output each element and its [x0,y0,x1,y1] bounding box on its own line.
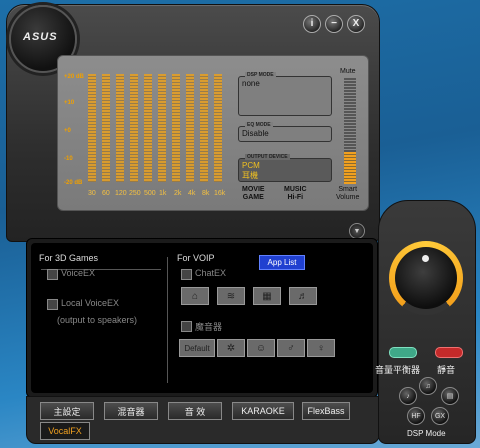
tab-effects[interactable]: 音 效 [168,402,222,420]
voice-fx-male-icon[interactable]: ♂ [277,339,305,357]
music-hifi-mode[interactable]: MUSIC Hi-Fi [284,186,307,202]
eq-slider[interactable] [214,74,222,182]
eq-slider[interactable] [144,74,152,182]
dsp-mode-panel[interactable]: DSP MODE none [238,72,332,116]
volume-control-panel: 音量平衡器 靜音 ♪ ♫ ▤ HF GX DSP Mode [375,200,476,444]
db-label: -10 [64,156,73,162]
chat-fx-4-icon[interactable]: ♬ [289,287,317,305]
eq-slider[interactable] [186,74,194,182]
voiceex-label: VoiceEX [61,268,96,278]
eq-slider[interactable] [172,74,180,182]
app-list-button[interactable]: App List [259,255,305,270]
db-label: -20 dB [64,180,83,186]
voice-fx-female-icon[interactable]: ♀ [307,339,335,357]
tab-vocalfx[interactable]: VocalFX [40,422,90,440]
feature-panel: For 3D Games VoiceEX Local VoiceEX (outp… [26,238,378,398]
volume-meter[interactable] [344,78,356,184]
output-device-line2: 耳機 [242,171,258,180]
freq-label: 30 [88,190,96,197]
dsp-mode-3-icon[interactable]: ▤ [441,387,459,405]
volume-knob[interactable] [389,241,463,315]
smart-volume-label[interactable]: Smart Volume [336,186,359,202]
movie-game-mode[interactable]: MOVIE GAME [242,186,265,202]
freq-label: 1k [159,190,167,197]
voice-fx-1-icon[interactable]: ✲ [217,339,245,357]
freq-label: 16k [214,190,226,197]
help-button[interactable]: i [303,15,321,33]
eq-balance-label: 音量平衡器 [375,365,421,375]
dsp-mode-1-icon[interactable]: ♪ [399,387,417,405]
voip-title: For VOIP [177,253,215,263]
hf-button[interactable]: HF [407,407,425,425]
db-label: +0 [64,128,71,134]
chat-fx-2-icon[interactable]: ≋ [217,287,245,305]
gx-button[interactable]: GX [431,407,449,425]
eq-balance-button[interactable] [389,347,417,358]
tab-karaoke[interactable]: KARAOKE [232,402,294,420]
close-button[interactable]: X [347,15,365,33]
voiceex-checkbox[interactable] [47,269,58,280]
tab-mixer[interactable]: 混音器 [104,402,158,420]
freq-label: 8k [202,190,210,197]
eq-slider[interactable] [88,74,96,182]
eq-slider[interactable] [200,74,208,182]
main-panel: ASUS i − X +20 dB +10 +0 -10 -20 dB 30 6… [6,4,380,242]
voice-effect-checkbox[interactable] [181,321,192,332]
default-button[interactable]: Default [179,339,215,357]
voice-fx-2-icon[interactable]: ☺ [247,339,275,357]
eq-slider[interactable] [130,74,138,182]
games-title: For 3D Games [39,253,99,263]
dsp-mode-label: DSP Mode [407,429,446,438]
chevron-down-icon[interactable]: ▼ [349,223,365,239]
eq-mode-panel[interactable]: EQ MODE Disable [238,122,332,142]
chatex-label: ChatEX [195,268,227,278]
volume-level [344,152,356,184]
chat-fx-3-icon[interactable]: ▦ [253,287,281,305]
local-voiceex-label: Local VoiceEX [61,298,120,308]
dsp-mode-2-icon[interactable]: ♫ [419,377,437,395]
tab-flexbass[interactable]: FlexBass [302,402,350,420]
minimize-button[interactable]: − [325,15,343,33]
knob-indicator [422,255,429,262]
mute-label: Mute [340,68,356,75]
local-voiceex-note: (output to speakers) [57,315,138,325]
freq-label: 500 [144,190,156,197]
chat-fx-1-icon[interactable]: ⌂ [181,287,209,305]
mute-label: 靜音 [437,365,456,375]
local-voiceex-checkbox[interactable] [47,299,58,310]
eq-mode-value: Disable [242,129,269,138]
eq-slider[interactable] [158,74,166,182]
voice-effect-label: 魔音器 [195,322,223,332]
freq-label: 250 [129,190,141,197]
dsp-mode-value: none [242,79,260,88]
tab-main-settings[interactable]: 主設定 [40,402,94,420]
chatex-checkbox[interactable] [181,269,192,280]
freq-label: 60 [102,190,110,197]
mute-button[interactable] [435,347,463,358]
db-label: +20 dB [64,74,84,80]
freq-label: 2k [174,190,182,197]
eq-slider[interactable] [102,74,110,182]
db-label: +10 [64,100,75,106]
eq-slider[interactable] [116,74,124,182]
audio-display: +20 dB +10 +0 -10 -20 dB 30 60 120 250 5… [57,55,369,211]
output-device-panel[interactable]: OUTPUT DEVICE PCM 耳機 [238,154,332,182]
freq-label: 4k [188,190,196,197]
output-device-line1: PCM [242,161,260,170]
freq-label: 120 [115,190,127,197]
